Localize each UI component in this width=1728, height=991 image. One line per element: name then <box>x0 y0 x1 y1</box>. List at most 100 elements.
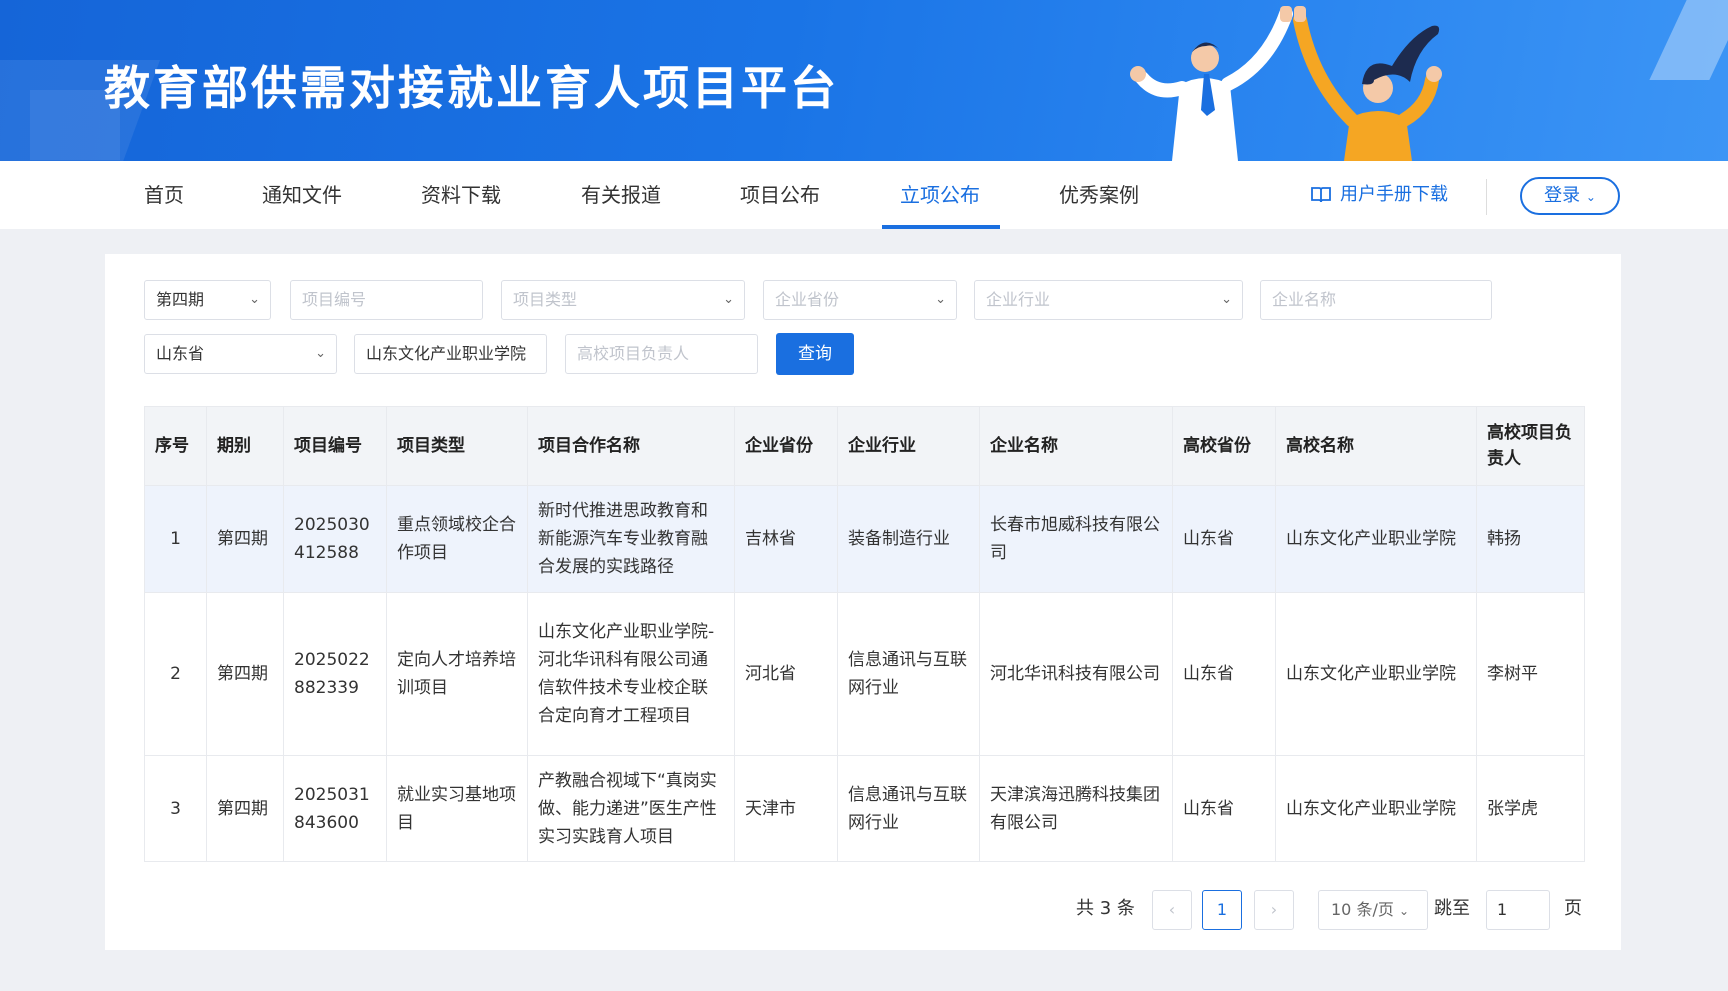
active-tab-indicator <box>882 225 1000 229</box>
company-province-select[interactable]: 企业省份 ⌄ <box>763 280 957 320</box>
period-select-value: 第四期 <box>156 290 205 309</box>
company-province-placeholder: 企业省份 <box>775 290 840 309</box>
nav-item-reports[interactable]: 有关报道 <box>581 161 661 229</box>
prev-page-button[interactable]: ‹ <box>1152 890 1192 930</box>
company-industry-select[interactable]: 企业行业 ⌄ <box>974 280 1243 320</box>
school-name-input[interactable]: 山东文化产业职业学院 <box>354 334 547 374</box>
table-cell: 2025030412588 <box>283 485 387 593</box>
table-cell: 信息通讯与互联网行业 <box>837 592 980 756</box>
nav-item-projects[interactable]: 项目公布 <box>740 161 820 229</box>
table-cell: 装备制造行业 <box>837 485 980 593</box>
col-header: 序号 <box>144 406 207 486</box>
chevron-down-icon: ⌄ <box>315 346 326 361</box>
results-table: 序号 期别 项目编号 项目类型 项目合作名称 企业省份 企业行业 企业名称 高校… <box>144 406 1585 862</box>
col-header: 高校名称 <box>1275 406 1477 486</box>
table-cell: 1 <box>144 485 207 593</box>
table-cell: 重点领域校企合作项目 <box>386 485 528 593</box>
page-size-select[interactable]: 10 条/页 ⌄ <box>1318 890 1428 930</box>
login-button[interactable]: 登录 ⌄ <box>1520 177 1620 215</box>
table-row[interactable]: 2 第四期 2025022882339 定向人才培养培训项目 山东文化产业职业学… <box>144 592 1585 756</box>
table-cell: 第四期 <box>206 485 284 593</box>
page-size-value: 10 条/页 <box>1331 900 1394 919</box>
book-icon <box>1311 187 1331 203</box>
table-cell: 山东文化产业职业学院-河北华讯科有限公司通信软件技术专业校企联合定向育才工程项目 <box>527 592 735 756</box>
table-cell: 信息通讯与互联网行业 <box>837 755 980 862</box>
project-type-placeholder: 项目类型 <box>513 290 578 309</box>
table-cell: 天津市 <box>734 755 838 862</box>
col-header: 企业名称 <box>979 406 1173 486</box>
table-row[interactable]: 1 第四期 2025030412588 重点领域校企合作项目 新时代推进思政教育… <box>144 485 1585 593</box>
period-select[interactable]: 第四期 ⌄ <box>144 280 271 320</box>
page-number-button[interactable]: 1 <box>1202 890 1242 930</box>
table-cell: 第四期 <box>206 755 284 862</box>
chevron-left-icon: ‹ <box>1168 900 1176 919</box>
table-cell: 就业实习基地项目 <box>386 755 528 862</box>
login-label: 登录 <box>1544 185 1581 206</box>
jump-page-input[interactable]: 1 <box>1486 890 1550 930</box>
table-cell: 山东省 <box>1172 592 1276 756</box>
page-suffix-label: 页 <box>1564 898 1582 919</box>
nav-divider <box>1486 179 1487 215</box>
school-province-value: 山东省 <box>156 344 205 363</box>
table-cell: 吉林省 <box>734 485 838 593</box>
next-page-button[interactable]: › <box>1254 890 1294 930</box>
table-row[interactable]: 3 第四期 2025031843600 就业实习基地项目 产教融合视域下“真岗实… <box>144 755 1585 862</box>
chevron-right-icon: › <box>1270 900 1278 919</box>
table-cell: 山东省 <box>1172 485 1276 593</box>
manual-download-link[interactable]: 用户手册下载 <box>1310 161 1448 229</box>
nav-item-home[interactable]: 首页 <box>144 161 184 229</box>
col-header: 企业行业 <box>837 406 980 486</box>
chevron-down-icon: ⌄ <box>935 292 946 307</box>
nav-item-downloads[interactable]: 资料下载 <box>421 161 501 229</box>
project-leader-input[interactable]: 高校项目负责人 <box>565 334 758 374</box>
table-cell: 长春市旭威科技有限公司 <box>979 485 1173 593</box>
company-industry-placeholder: 企业行业 <box>986 290 1051 309</box>
table-cell: 山东文化产业职业学院 <box>1275 485 1477 593</box>
table-cell: 2025031843600 <box>283 755 387 862</box>
banner-decoration <box>1649 0 1728 80</box>
col-header: 项目编号 <box>283 406 387 486</box>
table-cell: 张学虎 <box>1476 755 1585 862</box>
main-nav: 首页 通知文件 资料下载 有关报道 项目公布 立项公布 优秀案例 用户手册下载 … <box>0 161 1728 229</box>
col-header: 企业省份 <box>734 406 838 486</box>
table-cell: 山东文化产业职业学院 <box>1275 755 1477 862</box>
school-province-select[interactable]: 山东省 ⌄ <box>144 334 337 374</box>
table-cell: 河北省 <box>734 592 838 756</box>
chevron-down-icon: ⌄ <box>723 292 734 307</box>
table-cell: 定向人才培养培训项目 <box>386 592 528 756</box>
table-cell: 产教融合视域下“真岗实做、能力递进”医生产性实习实践育人项目 <box>527 755 735 862</box>
query-button[interactable]: 查询 <box>776 333 854 375</box>
table-cell: 李树平 <box>1476 592 1585 756</box>
table-cell: 韩扬 <box>1476 485 1585 593</box>
jump-to-label: 跳至 <box>1434 898 1470 919</box>
col-header: 高校省份 <box>1172 406 1276 486</box>
table-cell: 2025022882339 <box>283 592 387 756</box>
table-header-row: 序号 期别 项目编号 项目类型 项目合作名称 企业省份 企业行业 企业名称 高校… <box>144 406 1585 486</box>
header-banner: 教育部供需对接就业育人项目平台 <box>0 0 1728 161</box>
nav-item-approved[interactable]: 立项公布 <box>900 161 980 229</box>
nav-item-notices[interactable]: 通知文件 <box>262 161 342 229</box>
chevron-down-icon: ⌄ <box>1221 292 1232 307</box>
table-cell: 第四期 <box>206 592 284 756</box>
col-header: 期别 <box>206 406 284 486</box>
nav-item-cases[interactable]: 优秀案例 <box>1059 161 1139 229</box>
company-name-input[interactable]: 企业名称 <box>1260 280 1492 320</box>
chevron-down-icon: ⌄ <box>249 292 260 307</box>
chevron-down-icon: ⌄ <box>1585 190 1596 204</box>
project-no-input[interactable]: 项目编号 <box>290 280 483 320</box>
table-cell: 山东省 <box>1172 755 1276 862</box>
table-cell: 新时代推进思政教育和新能源汽车专业教育融合发展的实践路径 <box>527 485 735 593</box>
table-cell: 河北华讯科技有限公司 <box>979 592 1173 756</box>
table-cell: 3 <box>144 755 207 862</box>
table-cell: 山东文化产业职业学院 <box>1275 592 1477 756</box>
manual-download-label: 用户手册下载 <box>1340 184 1448 205</box>
col-header: 高校项目负责人 <box>1476 406 1585 486</box>
col-header: 项目合作名称 <box>527 406 735 486</box>
project-type-select[interactable]: 项目类型 ⌄ <box>501 280 745 320</box>
table-cell: 天津滨海迅腾科技集团有限公司 <box>979 755 1173 862</box>
chevron-down-icon: ⌄ <box>1398 904 1409 918</box>
pagination-total: 共 3 条 <box>1076 898 1135 919</box>
site-title: 教育部供需对接就业育人项目平台 <box>104 61 839 115</box>
col-header: 项目类型 <box>386 406 528 486</box>
high-five-illustration <box>1130 6 1442 161</box>
